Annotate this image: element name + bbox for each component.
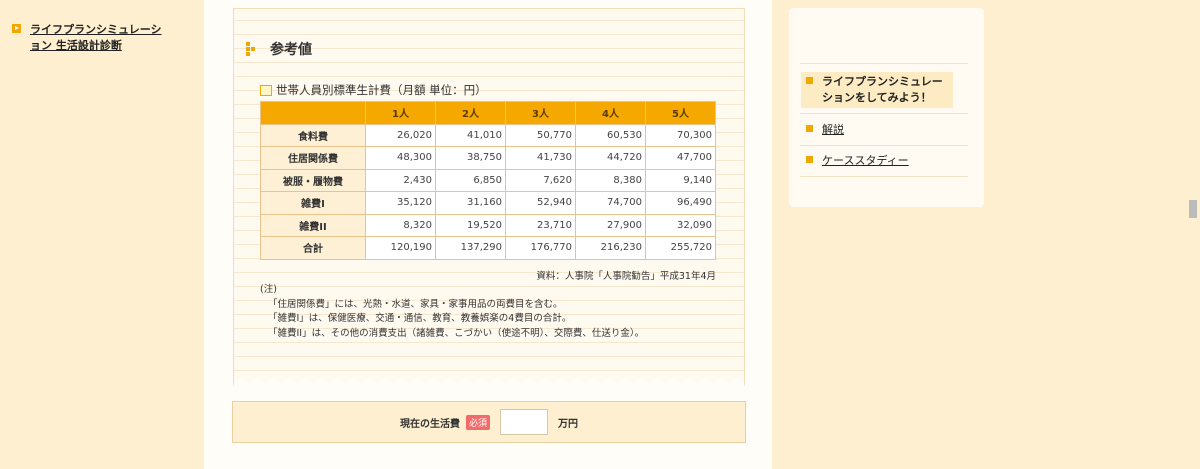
table-total-row: 合計 120,190 137,290 176,770 216,230 255,7… [260,236,716,260]
living-cost-table: 1人 2人 3人 4人 5人 食料費 26,020 41,010 50,770 … [260,101,716,260]
table-cell: 74,700 [575,191,646,215]
square-bullet-icon [806,77,813,84]
table-cell: 8,380 [575,168,646,192]
table-cell: 19,520 [435,213,506,237]
row-label: 雑費I [260,191,366,215]
table-cell: 176,770 [505,236,576,260]
note-line: 「雑費I」は、保健医療、交通・通信、教育、教養娯楽の4費目の合計。 [268,313,572,324]
section-header: 参考値 [246,39,312,59]
row-label: 住居関係費 [260,146,366,170]
sidebar-divider [800,176,968,177]
sidebar-link-explanation[interactable]: 解説 [822,122,844,138]
row-label: 雑費II [260,213,366,237]
table-row: 住居関係費 48,300 38,750 41,730 44,720 47,700 [260,146,716,170]
column-header: 2人 [435,101,506,125]
table-cell: 31,160 [435,191,506,215]
table-cell: 35,120 [365,191,436,215]
table-row: 雑費I 35,120 31,160 52,940 74,700 96,490 [260,191,716,215]
table-cell: 27,900 [575,213,646,237]
sidebar-divider [800,113,968,114]
note-line: 「住居関係費」には、光熱・水道、家具・家事用品の両費目を含む。 [268,298,563,310]
table-caption-text: 世帯人員別標準生計費（月額 単位：円） [276,83,487,97]
required-badge: 必須 [465,414,490,430]
table-caption: 世帯人員別標準生計費（月額 単位：円） [260,82,487,98]
table-cell: 50,770 [505,123,576,147]
table-cell: 26,020 [365,123,436,147]
card-scalloped-edge [233,370,745,386]
table-cell: 41,730 [505,146,576,170]
table-corner [260,101,366,125]
table-cell: 7,620 [505,168,576,192]
table-cell: 137,290 [435,236,506,260]
section-title: 参考値 [270,42,312,58]
notes: (注) 「住居関係費」には、光熱・水道、家具・家事用品の両費目を含む。 「雑費I… [260,283,644,341]
section-blocks-icon [246,42,258,56]
table-cell: 48,300 [365,146,436,170]
sidebar-item-explanation[interactable]: 解説 [806,122,844,138]
living-cost-form: 現在の生活費 必須 万円 [232,401,746,443]
living-cost-input[interactable] [500,409,548,435]
table-cell: 38,750 [435,146,506,170]
note-line: 「雑費II」は、その他の消費支出（諸雑費、こづかい（使途不明）、交際費、仕送り金… [268,327,645,339]
column-header: 4人 [575,101,646,125]
row-label: 被服・履物費 [260,168,366,192]
table-cell: 9,140 [645,168,716,192]
table-cell: 216,230 [575,236,646,260]
table-cell: 52,940 [505,191,576,215]
table-row: 被服・履物費 2,430 6,850 7,620 8,380 9,140 [260,168,716,192]
row-label: 食料費 [260,123,366,147]
scrollbar-thumb[interactable] [1189,200,1197,218]
table-cell: 70,300 [645,123,716,147]
table-row: 雑費II 8,320 19,520 23,710 27,900 32,090 [260,213,716,237]
table-cell: 47,700 [645,146,716,170]
column-header: 1人 [365,101,436,125]
play-icon [12,24,21,33]
vertical-scrollbar[interactable] [1186,0,1200,469]
table-cell: 44,720 [575,146,646,170]
sidebar-item-case-study[interactable]: ケーススタディー [806,153,909,169]
table-source: 資料：人事院「人事院勧告」平成31年4月 [536,271,716,282]
column-header: 3人 [505,101,576,125]
table-cell: 6,850 [435,168,506,192]
table-cell: 120,190 [365,236,436,260]
square-bullet-icon [806,125,813,132]
table-cell: 2,430 [365,168,436,192]
column-header: 5人 [645,101,716,125]
sidebar-item-label: ライフプランシミュレーションをしてみよう！ [822,75,943,104]
table-cell: 32,090 [645,213,716,237]
notes-title: (注) [260,284,277,295]
table-cell: 96,490 [645,191,716,215]
sidebar-item-simulation-diagnosis[interactable]: ライフプランシミュレーション 生活設計診断 [12,22,170,54]
table-cell: 41,010 [435,123,506,147]
table-header-row: 1人 2人 3人 4人 5人 [260,101,716,125]
square-bullet-icon [806,156,813,163]
unit-label: 万円 [558,418,578,430]
sidebar-link-simulation-diagnosis[interactable]: ライフプランシミュレーション 生活設計診断 [30,22,170,54]
table-row: 食料費 26,020 41,010 50,770 60,530 70,300 [260,123,716,147]
table-cell: 255,720 [645,236,716,260]
sidebar-link-case-study[interactable]: ケーススタディー [822,153,909,169]
sidebar-item-try-simulation[interactable]: ライフプランシミュレーションをしてみよう！ [801,72,953,108]
living-cost-label: 現在の生活費 [399,418,460,430]
table-caption-icon [260,84,272,96]
table-cell: 23,710 [505,213,576,237]
table-cell: 60,530 [575,123,646,147]
sidebar-divider [800,145,968,146]
sidebar-divider [800,63,968,64]
table-cell: 8,320 [365,213,436,237]
row-label: 合計 [260,236,366,260]
